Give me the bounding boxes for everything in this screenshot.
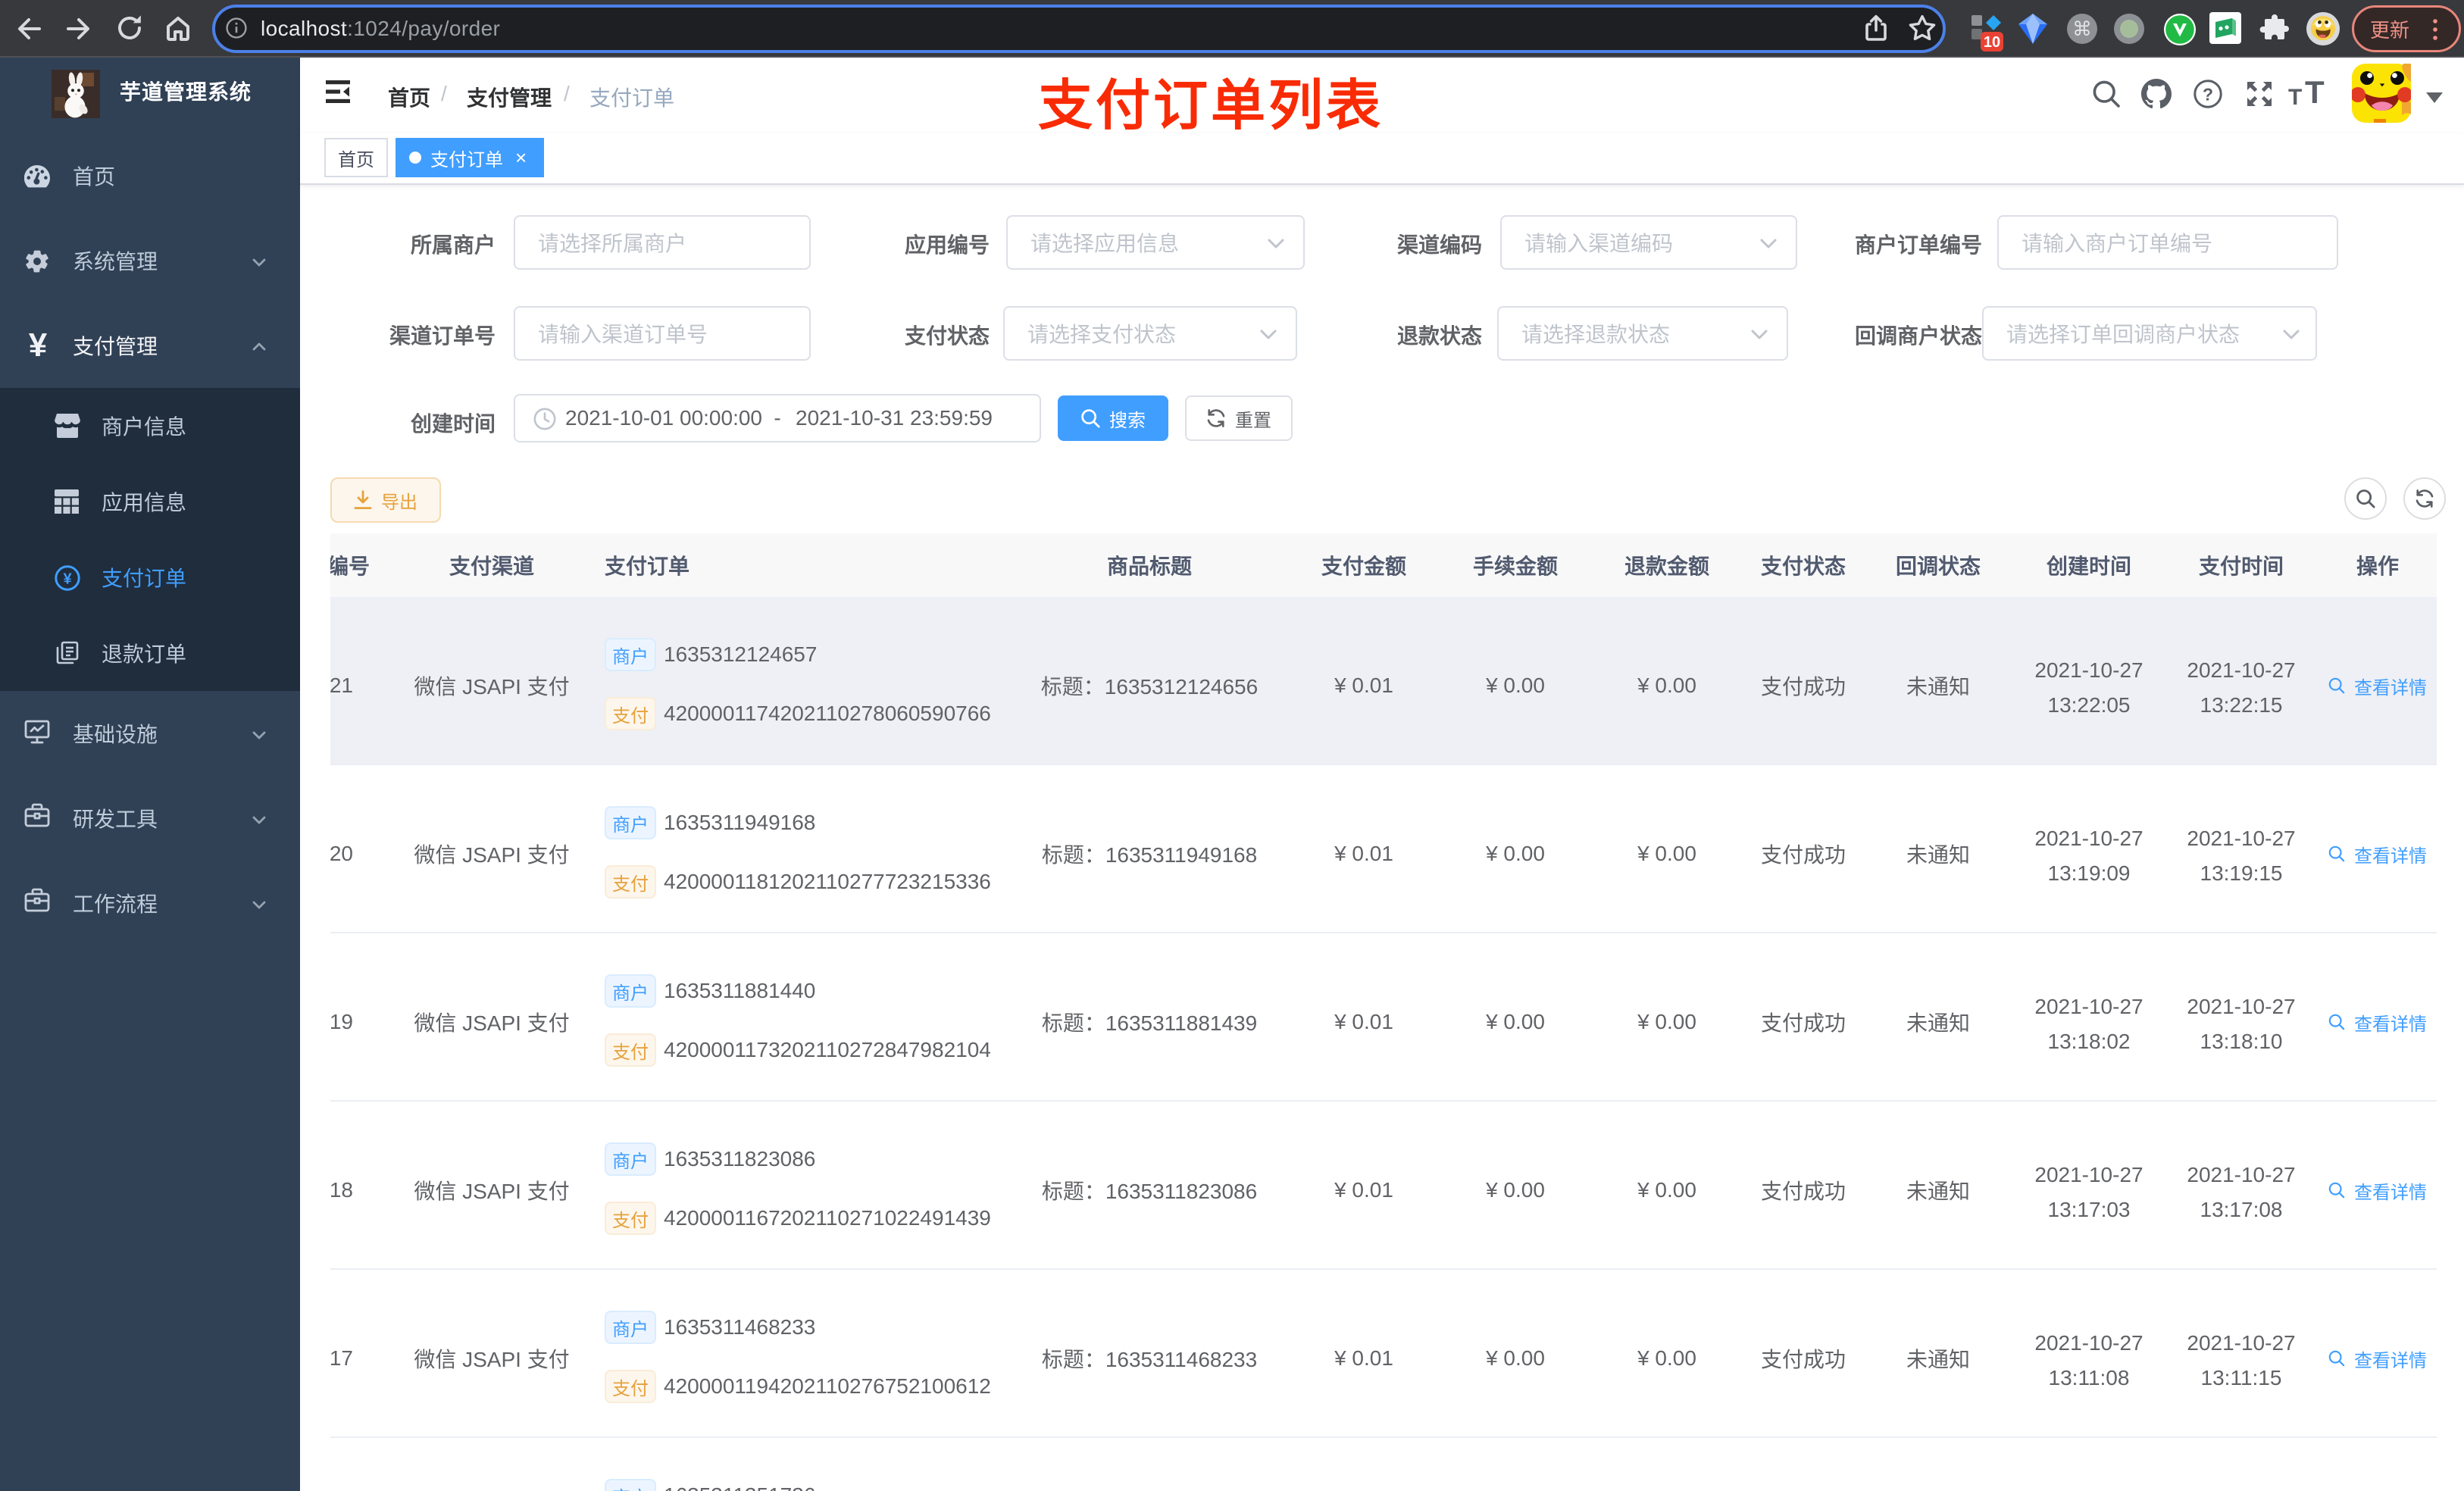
svg-text:¥: ¥: [63, 570, 72, 587]
svg-text:?: ?: [2203, 85, 2213, 105]
svg-text:10: 10: [1984, 34, 2000, 51]
svg-text:⌘: ⌘: [2072, 17, 2092, 40]
